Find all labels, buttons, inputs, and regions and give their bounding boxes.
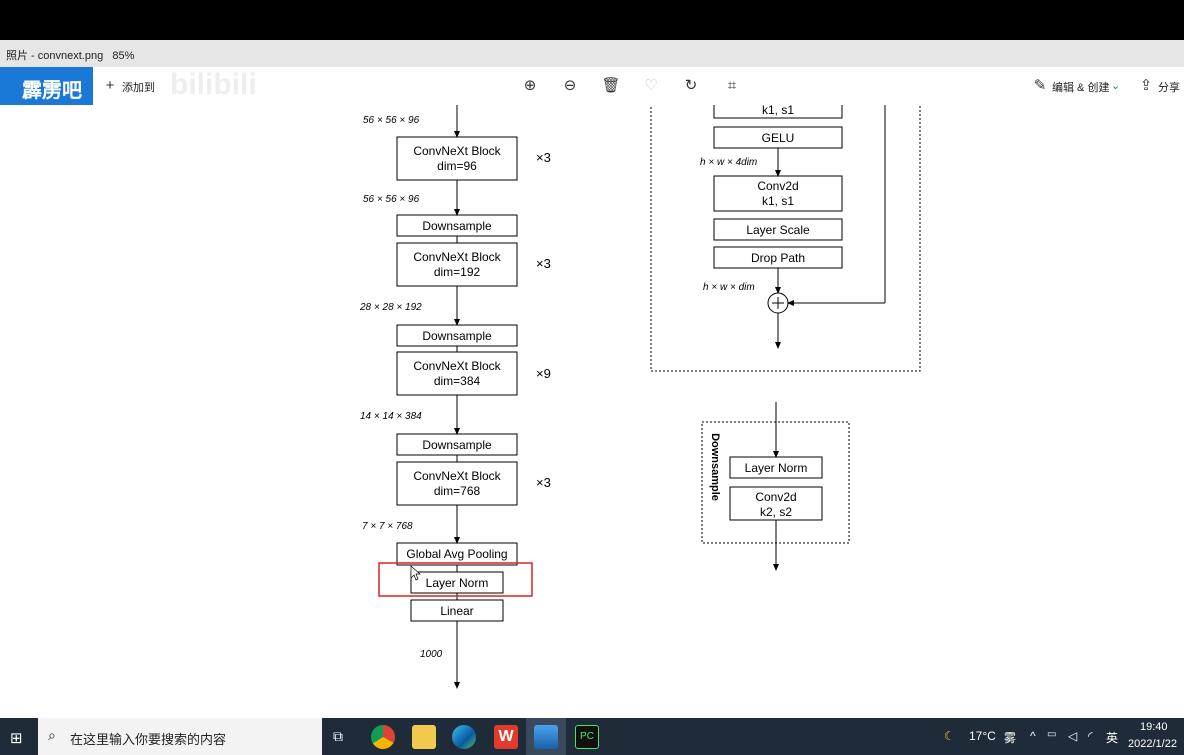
weather-icon: ☾ (944, 729, 955, 743)
bilibili-watermark: bilibili (170, 68, 257, 101)
ds-conv2d-params: k2, s2 (760, 505, 792, 519)
share-icon[interactable]: ⇪ (1136, 76, 1156, 96)
share-button[interactable]: 分享 (1158, 79, 1180, 95)
layer-norm: Layer Norm (426, 576, 489, 590)
stage3-dim: dim=384 (434, 374, 481, 388)
pycharm-icon[interactable]: PC (575, 725, 599, 749)
conv-top-params: k1, s1 (762, 105, 794, 117)
zoom-in-icon[interactable]: ⊕ (520, 76, 540, 96)
title-bar: 照片 - convnext.png 85% (0, 40, 1184, 67)
taskbar-search-input[interactable]: ⌕ 在这里输入你要搜索的内容 (38, 718, 322, 755)
weather-desc[interactable]: 雾 (1004, 729, 1016, 746)
watermark-badge: 霹雳吧 (0, 67, 93, 105)
global-avg-pooling: Global Avg Pooling (406, 547, 507, 561)
window-title: 照片 - convnext.png (6, 50, 104, 62)
stage2-dim: dim=192 (434, 265, 481, 279)
edit-create-button[interactable]: 编辑 & 创建 (1052, 79, 1109, 95)
clock-date[interactable]: 2022/1/22 (1128, 738, 1177, 750)
photos-icon (534, 725, 558, 749)
favorite-icon[interactable]: ♡ (641, 76, 661, 96)
wps-icon[interactable]: W (494, 725, 518, 749)
stage3-title: ConvNeXt Block (413, 359, 501, 373)
mouse-cursor (410, 565, 421, 581)
volume-icon[interactable]: ◁ (1068, 729, 1077, 743)
repeat-4: ×3 (536, 475, 551, 490)
photos-app-active[interactable] (526, 718, 566, 755)
downsample1: Downsample (422, 219, 492, 233)
edge-icon[interactable] (452, 725, 476, 749)
edit-icon[interactable]: ✎ (1030, 76, 1050, 96)
conv2d-params: k1, s1 (762, 194, 794, 208)
convnext-diagram: ConvNeXt Block dim=96 Downsample ConvNeX… (359, 105, 921, 689)
delete-icon[interactable]: 🗑 (601, 76, 621, 96)
stage2-title: ConvNeXt Block (413, 250, 501, 264)
label-4dim: h × w × 4dim (700, 157, 757, 168)
zoom-out-icon[interactable]: ⊖ (560, 76, 580, 96)
repeat-2: ×3 (536, 256, 551, 271)
stage1-dim: dim=96 (437, 159, 477, 173)
add-to-button[interactable]: 添加到 (122, 79, 155, 95)
tray-chevron-icon[interactable]: ^ (1030, 729, 1036, 743)
zoom-level: 85% (112, 50, 135, 62)
weather-temp[interactable]: 17°C (969, 729, 996, 743)
dim-label-3: 28 × 28 × 192 (359, 302, 422, 313)
dim-label-1: 56 × 56 × 96 (363, 115, 420, 126)
top-black-bar (0, 0, 1184, 40)
task-view-icon[interactable]: ⧉ (333, 728, 343, 745)
repeat-1: ×3 (536, 150, 551, 165)
downsample3: Downsample (422, 438, 492, 452)
downsample2: Downsample (422, 329, 492, 343)
ds-title: Downsample (709, 433, 721, 501)
add-icon[interactable]: + (100, 76, 120, 96)
conv2d: Conv2d (757, 179, 798, 193)
stage4-dim: dim=768 (434, 484, 481, 498)
label-dim: h × w × dim (703, 282, 755, 293)
rotate-icon[interactable]: ↻ (681, 76, 701, 96)
windows-start-icon[interactable]: ⊞ (10, 729, 23, 747)
chrome-icon[interactable] (371, 725, 395, 749)
chevron-down-icon[interactable]: ⌄ (1111, 79, 1120, 92)
search-icon: ⌕ (48, 727, 56, 743)
dim-label-4: 14 × 14 × 384 (360, 411, 422, 422)
taskbar: ⊞ ⌕ 在这里输入你要搜索的内容 ⧉ W PC ☾ 17°C 雾 ^ ▭ ◁ ◜… (0, 718, 1184, 755)
drop-path: Drop Path (751, 251, 805, 265)
output-label: 1000 (420, 649, 443, 660)
battery-icon[interactable]: ▭ (1047, 729, 1056, 740)
file-explorer-icon[interactable] (412, 725, 436, 749)
network-icon[interactable]: ◜ (1088, 729, 1093, 743)
ds-conv2d: Conv2d (755, 490, 796, 504)
crop-icon[interactable]: ⌗ (722, 76, 742, 96)
search-placeholder: 在这里输入你要搜索的内容 (70, 732, 227, 747)
clock-time[interactable]: 19:40 (1140, 721, 1168, 733)
ime-indicator[interactable]: 英 (1106, 729, 1118, 746)
ds-layer-norm: Layer Norm (745, 461, 808, 475)
dim-label-2: 56 × 56 × 96 (363, 194, 420, 205)
gelu: GELU (762, 131, 795, 145)
repeat-3: ×9 (536, 366, 551, 381)
stage4-title: ConvNeXt Block (413, 469, 501, 483)
linear: Linear (440, 604, 473, 618)
dim-label-5: 7 × 7 × 768 (362, 521, 413, 532)
layer-scale: Layer Scale (746, 223, 810, 237)
stage1-title: ConvNeXt Block (413, 144, 501, 158)
